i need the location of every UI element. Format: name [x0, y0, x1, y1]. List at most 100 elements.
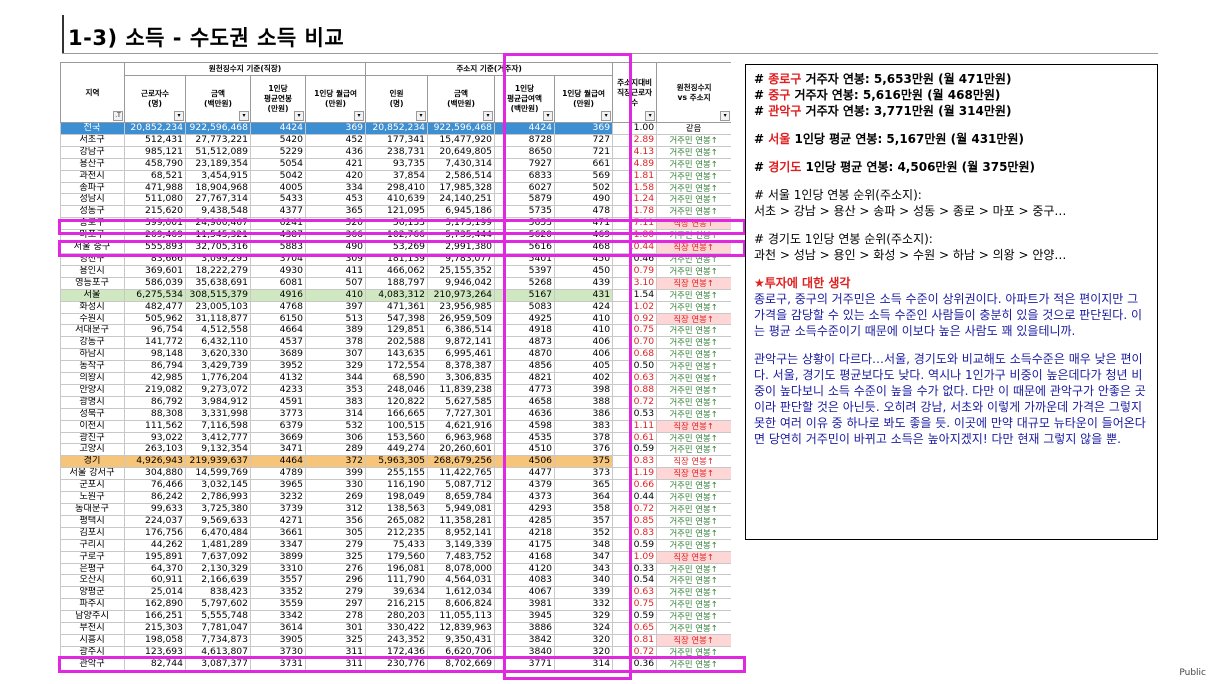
table-row[interactable]: 광주시 123,693 4,613,807 3730 311 172,436 6,620,7…	[60, 645, 731, 659]
cell-value: 17,985,328	[427, 181, 496, 195]
table-row[interactable]: 마포구 269,469 11,545,321 4387 366 102,766 5,735,…	[60, 229, 731, 243]
filter-icon[interactable]: ▾	[294, 111, 304, 121]
cell-region: 시흥시	[60, 633, 125, 647]
col-header-ratio[interactable]: 주소지대비 직장근로자 수 ▾	[612, 62, 658, 123]
table-row[interactable]: 서초구 512,431 27,773,221 5420 452 177,341 15,477…	[60, 133, 731, 147]
table-row[interactable]: 파주시 162,890 5,797,602 3559 297 216,215 8,606,8…	[60, 598, 731, 612]
cell-value: 4120	[494, 562, 556, 576]
col-header-persons[interactable]: 인원 (명) ▾	[365, 75, 429, 123]
table-row[interactable]: 동대문구 99,633 3,725,380 3739 312 138,563 5,949,0…	[60, 503, 731, 516]
table-row[interactable]: 동작구 86,794 3,429,739 3952 329 172,554 8,378,38…	[60, 360, 731, 374]
filter-icon[interactable]: ▾	[416, 111, 427, 121]
filter-icon[interactable]: ▾	[483, 111, 494, 121]
table-row[interactable]: 전국 20,852,234 922,596,468 4424 369 20,852,234…	[60, 122, 731, 135]
table-row[interactable]: 광진구 93,022 3,412,777 3669 306 153,560 6,963,96…	[60, 431, 731, 445]
table-row[interactable]: 서울 강서구 304,880 14,599,769 4789 399 255,155 11,…	[60, 467, 731, 481]
table-row[interactable]: 의왕시 42,985 1,776,204 4132 344 68,590 3,306,835…	[60, 372, 731, 385]
cell-region: 용산구	[60, 157, 125, 171]
table-row[interactable]: 남양주시 166,251 5,555,748 3342 278 280,203 11,055…	[60, 610, 731, 624]
table-row[interactable]: 안양시 219,082 9,273,072 4233 353 248,046 11,839,…	[60, 383, 731, 397]
cell-ratio: 1.80	[612, 229, 658, 243]
cell-value: 5,627,585	[427, 395, 496, 409]
table-row[interactable]: 성북구 88,308 3,331,998 3773 314 166,665 7,727,30…	[60, 407, 731, 421]
table-row[interactable]: 군포시 76,466 3,032,145 3965 330 116,190 5,087,71…	[60, 479, 731, 493]
filter-icon[interactable]: ▾	[543, 111, 554, 121]
table-row[interactable]: 구로구 195,891 7,637,092 3899 325 179,560 7,483,7…	[60, 550, 731, 564]
cell-value: 111,790	[365, 574, 429, 588]
table-row[interactable]: 광명시 86,792 3,984,912 4591 383 120,822 5,627,58…	[60, 395, 731, 409]
col-header-res-monthly[interactable]: 1인당 월급여 (만원) ▾	[554, 75, 614, 123]
table-row[interactable]: 영천구 83,666 3,099,295 3704 309 181,139 9,783,07…	[60, 252, 731, 266]
cell-value: 325	[304, 550, 367, 564]
table-row[interactable]: 평택시 224,037 9,569,633 4271 356 265,082 11,358,…	[60, 514, 731, 528]
table-row[interactable]: 시흥시 198,058 7,734,873 3905 325 243,352 9,350,4…	[60, 633, 731, 647]
table-row[interactable]: 화성시 482,477 23,005,103 4768 397 471,361 23,956…	[60, 300, 731, 314]
filter-icon[interactable]: ▾	[601, 111, 612, 121]
table-row[interactable]: 오산시 60,911 2,166,639 3557 296 111,790 4,564,03…	[60, 574, 731, 588]
cell-region: 수원시	[60, 312, 125, 326]
filter-icon[interactable]: ▾	[354, 111, 365, 121]
table-row[interactable]: 고양시 263,103 9,132,354 3471 289 449,274 20,260,…	[60, 443, 731, 457]
cell-compare: 직장 연봉↑	[656, 217, 731, 231]
col-header-region[interactable]: 지역 .T	[60, 62, 125, 123]
cell-value: 263,103	[124, 443, 186, 457]
table-row[interactable]: 과천시 68,521 3,454,915 5042 420 37,854 2,586,514…	[60, 169, 731, 183]
table-row[interactable]: 서울 6,275,534 308,515,379 4916 410 4,083,312 21…	[60, 288, 731, 302]
table-row[interactable]: 노원구 86,242 2,786,993 3232 269 198,049 8,659,78…	[60, 491, 731, 504]
table-row[interactable]: 부천시 215,303 7,781,047 3614 301 330,422 12,839,…	[60, 622, 731, 635]
cell-value: 397	[304, 300, 367, 314]
cell-region: 노원구	[60, 491, 125, 504]
table-row[interactable]: 경기 4,926,943 219,939,637 4464 372 5,963,305 26…	[60, 455, 731, 469]
cell-compare: 거주민 연봉↑	[656, 360, 731, 374]
cell-region: 양평군	[60, 586, 125, 600]
cell-value: 6,432,110	[185, 336, 251, 350]
cell-value: 3773	[250, 407, 306, 421]
col-header-workers[interactable]: 근로자수 (명) ▾	[124, 75, 186, 123]
col-header-res-avg-salary[interactable]: 1인당 평균급여액 (백만원) ▾	[494, 75, 556, 123]
table-row[interactable]: 이천시 111,562 7,116,598 6379 532 100,515 4,621,9…	[60, 419, 731, 433]
table-row[interactable]: 강동구 141,772 6,432,110 4537 378 202,588 9,872,1…	[60, 336, 731, 350]
table-row[interactable]: 은평구 64,370 2,130,329 3310 276 196,081 8,078,00…	[60, 562, 731, 576]
table-row[interactable]: 영등포구 586,039 35,638,691 6081 507 188,797 9,946…	[60, 276, 731, 290]
table-row[interactable]: 수원시 505,962 31,118,877 6150 513 547,398 26,959…	[60, 312, 731, 326]
table-row[interactable]: 서대문구 96,754 4,512,558 4664 389 129,851 6,386,5…	[60, 324, 731, 338]
cell-region: 서울 강서구	[60, 467, 125, 481]
cell-value: 3704	[250, 252, 306, 266]
table-row[interactable]: 양평군 25,014 838,423 3352 279 39,634 1,612,034 40…	[60, 586, 731, 600]
cell-value: 3342	[250, 610, 306, 624]
table-row[interactable]: 구리시 44,262 1,481,289 3347 279 75,433 3,149,339…	[60, 538, 731, 552]
income-table: 지역 .T 원천징수지 기준(직장) 주소지 기준(거주자) 주소지대비 직장근로자…	[60, 62, 731, 671]
col-header-res-amount[interactable]: 금액 (백만원) ▾	[427, 75, 496, 123]
table-row[interactable]: 성동구 215,620 9,438,548 4377 365 121,095 6,945,1…	[60, 205, 731, 219]
cell-value: 4083	[494, 574, 556, 588]
table-row[interactable]: 종로구 399,001 24,900,467 6241 520 56,133 3,173,1…	[60, 217, 731, 231]
cell-compare: 거주민 연봉↑	[656, 479, 731, 493]
filter-icon[interactable]: ▾	[720, 111, 731, 121]
table-row[interactable]: 하남시 98,148 3,620,330 3689 307 143,635 6,995,46…	[60, 348, 731, 362]
table-row[interactable]: 서울 중구 555,893 32,705,316 5883 490 53,269 2,991…	[60, 241, 731, 254]
cell-value: 129,851	[365, 324, 429, 338]
cell-value: 23,189,354	[185, 157, 251, 171]
table-row[interactable]: 강남구 985,121 51,512,089 5229 436 238,731 20,649…	[60, 145, 731, 159]
table-row[interactable]: 김포시 176,756 6,470,484 3661 305 212,235 8,952,1…	[60, 526, 731, 540]
cell-value: 177,341	[365, 133, 429, 147]
col-header-monthly[interactable]: 1인당 월급여 (만원) ▾	[304, 75, 367, 123]
table-row[interactable]: 용인시 369,601 18,222,279 4930 411 466,062 25,155…	[60, 264, 731, 278]
cell-value: 320	[554, 645, 614, 659]
filter-icon[interactable]: ▾	[174, 111, 184, 121]
col-header-amount[interactable]: 금액 (백만원) ▾	[185, 75, 251, 123]
income-table-container[interactable]: 지역 .T 원천징수지 기준(직장) 주소지 기준(거주자) 주소지대비 직장근로자…	[60, 62, 731, 674]
cell-value: 9,569,633	[185, 514, 251, 528]
filter-icon[interactable]: ▾	[239, 111, 249, 121]
col-header-avg-salary[interactable]: 1인당 평균연봉 (만원) ▾	[250, 75, 306, 123]
table-row[interactable]: 용산구 458,790 23,189,354 5054 421 93,735 7,430,3…	[60, 157, 731, 171]
table-row[interactable]: 송파구 471,988 18,904,968 4005 334 298,410 17,985…	[60, 181, 731, 195]
table-row[interactable]: 성남시 511,080 27,767,314 5433 453 410,639 24,140…	[60, 193, 731, 207]
col-header-compare[interactable]: 원천징수지 vs 주소지 ▾	[656, 62, 731, 123]
cell-value: 5,963,305	[365, 455, 429, 469]
filter-icon[interactable]: ▾	[645, 111, 656, 121]
cell-value: 330,422	[365, 622, 429, 635]
filter-icon[interactable]: .T	[113, 111, 123, 121]
table-row[interactable]: 관악구 82,744 3,087,377 3731 311 230,776 8,702,66…	[60, 657, 731, 671]
cell-value: 196,081	[365, 562, 429, 576]
